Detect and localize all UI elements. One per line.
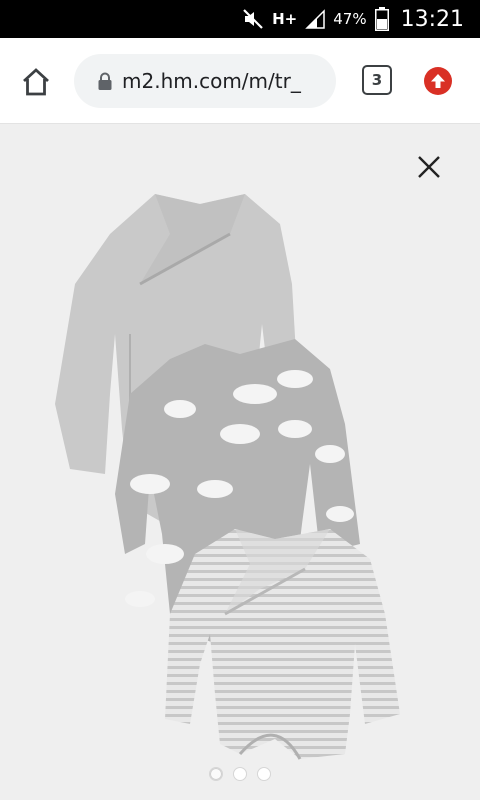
carousel-dot-1[interactable] bbox=[209, 767, 223, 781]
update-button[interactable] bbox=[424, 67, 452, 95]
striped-bodysuit bbox=[165, 529, 400, 760]
carousel-dot-3[interactable] bbox=[257, 767, 271, 781]
close-icon[interactable] bbox=[416, 154, 442, 180]
mute-icon bbox=[243, 9, 263, 29]
lock-icon bbox=[98, 72, 112, 90]
address-bar[interactable]: m2.hm.com/m/tr_ bbox=[74, 54, 336, 108]
status-icons: H+ 47% 13:21 bbox=[242, 0, 464, 38]
network-type: H+ bbox=[272, 9, 298, 28]
home-icon bbox=[23, 68, 49, 96]
up-arrow-icon bbox=[431, 74, 445, 88]
url-text[interactable]: m2.hm.com/m/tr_ bbox=[122, 69, 301, 93]
product-gallery bbox=[0, 124, 480, 800]
product-image[interactable] bbox=[30, 194, 450, 764]
clock: 13:21 bbox=[400, 6, 464, 32]
carousel-dot-2[interactable] bbox=[233, 767, 247, 781]
status-bar: H+ 47% 13:21 bbox=[0, 0, 480, 38]
battery-icon bbox=[374, 7, 389, 31]
carousel-dots bbox=[0, 767, 480, 781]
signal-icon bbox=[305, 9, 325, 29]
browser-toolbar: m2.hm.com/m/tr_ 3 bbox=[0, 38, 480, 124]
home-button[interactable] bbox=[16, 62, 56, 102]
battery-percent: 47% bbox=[333, 10, 367, 28]
tab-switcher-button[interactable]: 3 bbox=[362, 65, 392, 95]
tab-count: 3 bbox=[371, 71, 383, 89]
